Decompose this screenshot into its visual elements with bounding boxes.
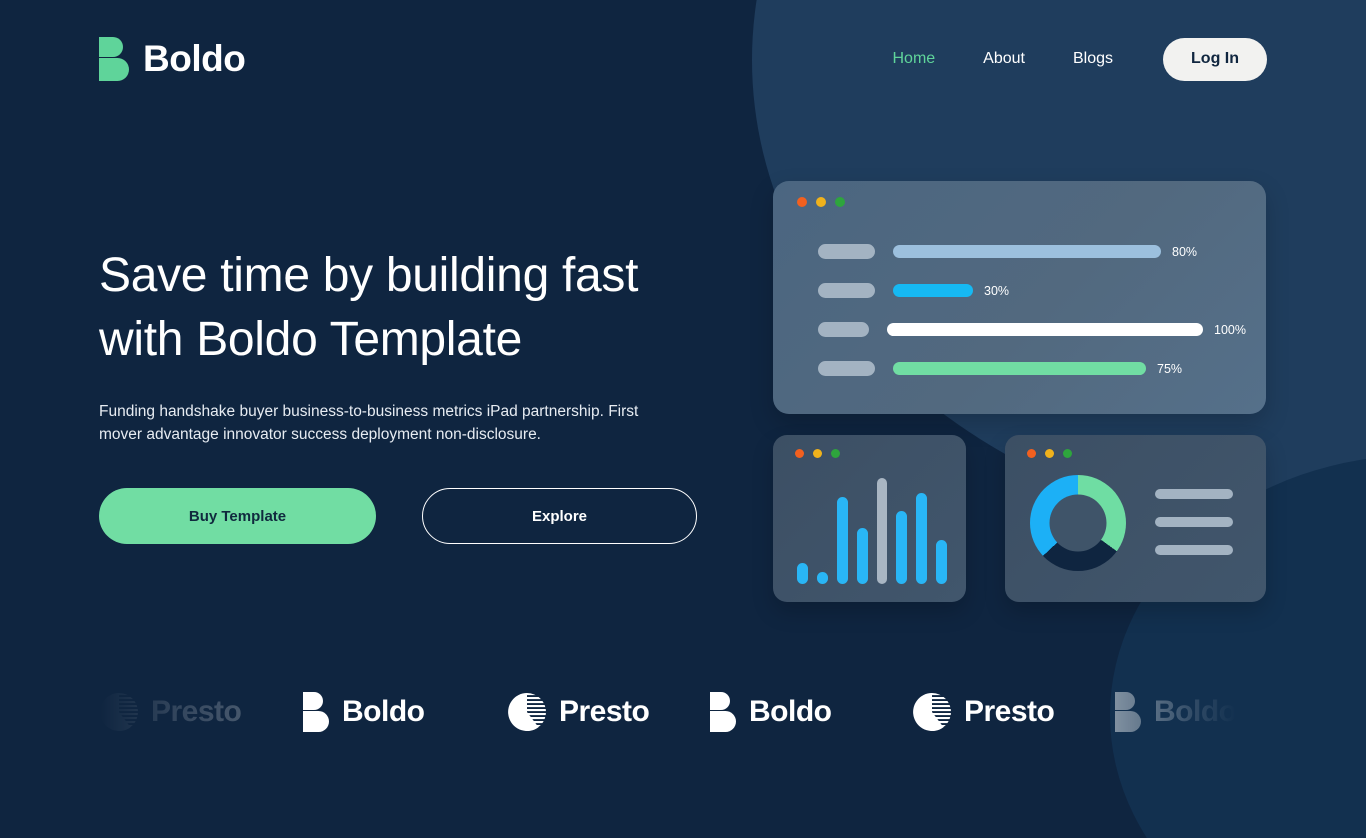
nav-item-home[interactable]: Home <box>892 50 935 68</box>
partner-logo-name: Boldo <box>342 695 425 728</box>
progress-row-label-placeholder <box>818 283 875 298</box>
partner-logo-boldo[interactable]: Boldo <box>303 692 425 732</box>
bar-chart-bar <box>916 492 928 584</box>
explore-button[interactable]: Explore <box>422 488 697 544</box>
window-dot-red-icon <box>1027 449 1036 458</box>
window-dots <box>795 449 948 458</box>
brand-name: Boldo <box>143 38 246 79</box>
nav-item-blogs[interactable]: Blogs <box>1073 50 1113 68</box>
login-button[interactable]: Log In <box>1163 37 1267 81</box>
progress-row-list: 80% 30% 100% 75% <box>793 241 1246 379</box>
progress-row: 100% <box>793 319 1246 340</box>
progress-bar-fill <box>893 362 1146 375</box>
progress-row-label-placeholder <box>818 244 875 259</box>
progress-card: 80% 30% 100% 75% <box>773 181 1266 414</box>
progress-value: 75% <box>1157 361 1183 376</box>
bar-chart-bar <box>797 563 808 584</box>
window-dot-red-icon <box>795 449 804 458</box>
bar-chart-bar <box>836 497 848 584</box>
bar-chart-bar <box>936 539 947 584</box>
partner-logo-name: Presto <box>559 695 650 728</box>
partner-logo-name: Boldo <box>1154 695 1237 728</box>
hero-actions: Buy Template Explore <box>99 488 699 544</box>
window-dot-yellow-icon <box>816 197 826 207</box>
progress-value: 30% <box>984 283 1010 298</box>
partner-logo-boldo[interactable]: Boldo <box>1115 692 1237 732</box>
donut-chart-card <box>1005 435 1266 602</box>
buy-template-button[interactable]: Buy Template <box>99 488 376 544</box>
boldo-logo-icon <box>99 37 129 81</box>
progress-track: 80% <box>893 245 1197 259</box>
progress-track: 100% <box>887 323 1246 337</box>
presto-logo-icon <box>913 693 951 731</box>
bar-chart-bar <box>856 527 868 584</box>
donut-chart <box>1030 475 1126 571</box>
donut-ring <box>1030 475 1126 571</box>
window-dot-green-icon <box>835 197 845 207</box>
window-dot-green-icon <box>831 449 840 458</box>
partner-logo-name: Presto <box>151 695 242 728</box>
partner-logo-name: Boldo <box>749 695 832 728</box>
progress-row-label-placeholder <box>818 322 870 337</box>
partner-logo-strip: Presto Boldo Presto Boldo Presto Boldo <box>0 672 1366 752</box>
hero-title: Save time by building fast with Boldo Te… <box>99 249 639 366</box>
donut-legend-line <box>1155 489 1233 499</box>
partner-logo-boldo[interactable]: Boldo <box>710 692 832 732</box>
progress-value: 100% <box>1214 322 1246 337</box>
window-dots <box>1027 449 1248 458</box>
window-dot-yellow-icon <box>1045 449 1054 458</box>
brand-logo[interactable]: Boldo <box>99 37 246 81</box>
presto-logo-icon <box>100 693 138 731</box>
presto-logo-icon <box>508 693 546 731</box>
progress-row: 75% <box>793 358 1246 379</box>
hero-content: Save time by building fast with Boldo Te… <box>99 244 699 544</box>
main-navigation: Home About Blogs Log In <box>892 37 1267 81</box>
bar-chart <box>797 471 947 584</box>
progress-row-label-placeholder <box>818 361 875 376</box>
progress-bar-fill <box>893 245 1161 258</box>
window-dots <box>797 197 1246 207</box>
bar-chart-bar <box>896 510 908 584</box>
window-dot-red-icon <box>797 197 807 207</box>
progress-bar-fill <box>887 323 1204 336</box>
partner-logo-presto[interactable]: Presto <box>508 693 650 731</box>
bar-chart-bar <box>876 477 888 584</box>
partner-logo-name: Presto <box>964 695 1055 728</box>
site-header: Boldo Home About Blogs Log In <box>0 0 1366 118</box>
window-dot-yellow-icon <box>813 449 822 458</box>
progress-track: 75% <box>893 362 1182 376</box>
bar-chart-bar <box>816 571 828 584</box>
window-dot-green-icon <box>1063 449 1072 458</box>
progress-row: 80% <box>793 241 1246 262</box>
boldo-logo-icon <box>1115 692 1141 732</box>
partner-logo-presto[interactable]: Presto <box>100 693 242 731</box>
donut-legend-line <box>1155 545 1233 555</box>
boldo-logo-icon <box>303 692 329 732</box>
partner-logo-presto[interactable]: Presto <box>913 693 1055 731</box>
progress-row: 30% <box>793 280 1246 301</box>
progress-track: 30% <box>893 284 1009 298</box>
nav-item-about[interactable]: About <box>983 50 1025 68</box>
donut-legend-line <box>1155 517 1233 527</box>
progress-bar-fill <box>893 284 973 297</box>
bar-chart-card <box>773 435 966 602</box>
boldo-logo-icon <box>710 692 736 732</box>
progress-value: 80% <box>1172 244 1198 259</box>
donut-legend-lines <box>1155 489 1233 555</box>
hero-subtitle: Funding handshake buyer business-to-busi… <box>99 403 639 443</box>
